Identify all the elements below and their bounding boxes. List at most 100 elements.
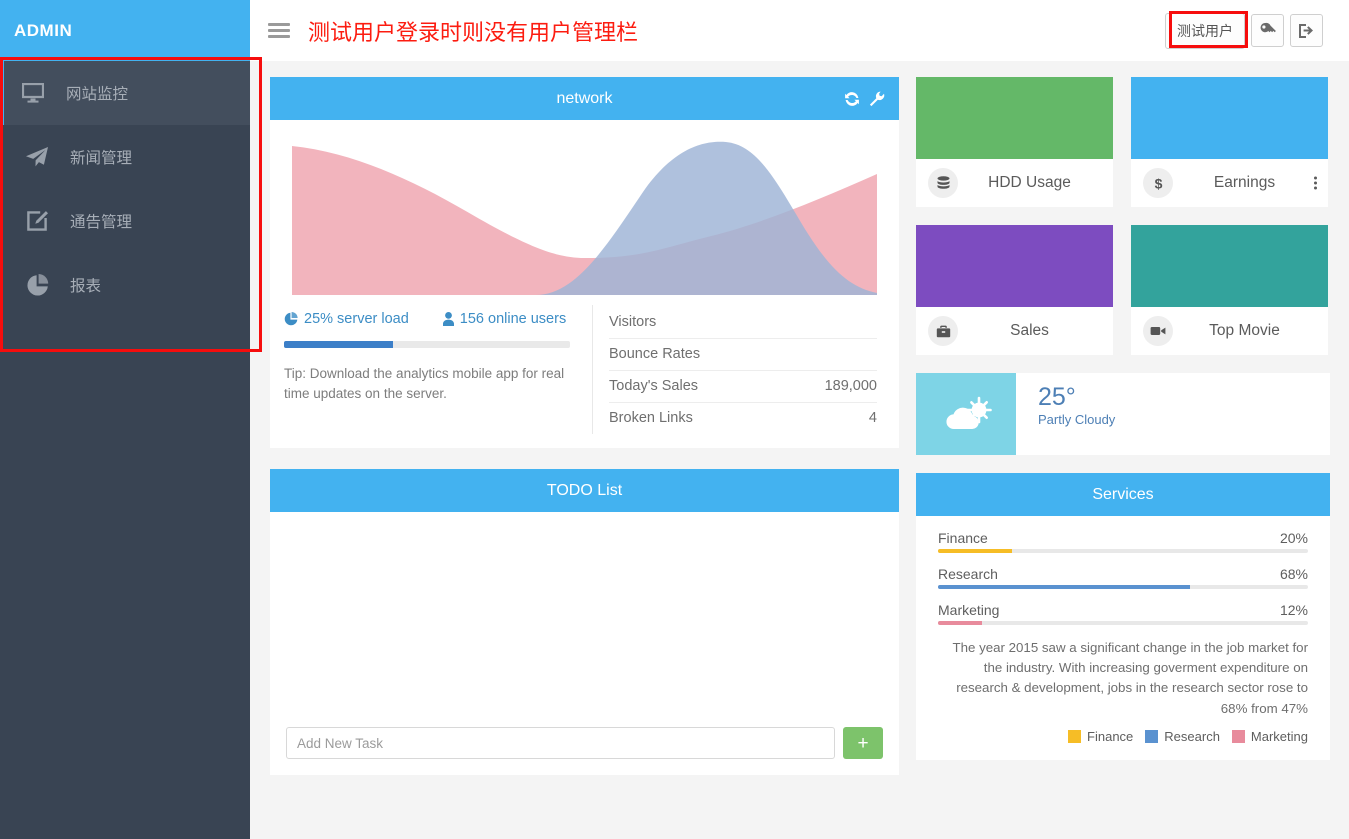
- refresh-icon[interactable]: [844, 91, 860, 107]
- service-row-top: Research 68%: [938, 566, 1308, 582]
- key-icon: [1259, 22, 1276, 39]
- user-icon: [442, 312, 454, 326]
- sidebar: ADMIN 网站监控 新闻管理 通告管理 报表: [0, 0, 262, 839]
- main-area: 测试用户登录时则没有用户管理栏 测试用户 network 25% server …: [250, 0, 1349, 839]
- tile-sales[interactable]: Sales: [916, 225, 1113, 355]
- network-stat-line: 25% server load 156 online users: [284, 311, 574, 327]
- service-progress-track: [938, 621, 1308, 625]
- legend-item-finance: Finance: [1068, 729, 1133, 744]
- video-camera-icon: [1143, 316, 1173, 346]
- weather-body: 25° Partly Cloudy: [1016, 373, 1115, 455]
- current-user-button[interactable]: 测试用户: [1165, 12, 1245, 49]
- services-body: Finance 20% Research 68% Marketing 12% T…: [916, 516, 1330, 760]
- logout-button[interactable]: [1290, 14, 1323, 47]
- weather-widget: 25° Partly Cloudy: [916, 373, 1330, 455]
- service-row-finance: Finance 20%: [938, 530, 1308, 553]
- services-description: The year 2015 saw a significant change i…: [952, 640, 1308, 716]
- sidebar-nav: 网站监控 新闻管理 通告管理 报表: [0, 61, 250, 317]
- service-percent: 68%: [1279, 566, 1308, 582]
- hamburger-bar: [268, 35, 290, 38]
- tile-color-block: [1131, 77, 1328, 159]
- stat-label: Bounce Rates: [609, 346, 701, 362]
- sidebar-item-reports[interactable]: 报表: [0, 253, 250, 317]
- key-icon-button[interactable]: [1251, 14, 1284, 47]
- paper-plane-icon: [22, 145, 52, 169]
- sidebar-item-label: 新闻管理: [70, 150, 133, 167]
- services-legend: Finance Research Marketing: [938, 729, 1308, 744]
- service-label: Research: [938, 566, 998, 582]
- tile-footer: Top Movie: [1131, 307, 1328, 355]
- sidebar-item-label: 通告管理: [70, 214, 133, 231]
- tile-label: Earnings: [1213, 174, 1276, 191]
- tile-label: HDD Usage: [988, 174, 1071, 191]
- todo-add-row: +: [286, 727, 883, 759]
- stat-value: 189,000: [824, 378, 877, 394]
- stat-row: Broken Links 4: [609, 403, 877, 434]
- tile-footer: $ Earnings: [1131, 159, 1328, 207]
- service-progress-fill: [938, 585, 1190, 589]
- database-icon: [928, 168, 958, 198]
- kebab-menu-icon[interactable]: [1314, 176, 1317, 190]
- pie-chart-icon: [22, 273, 52, 297]
- stat-label: Today's Sales: [609, 378, 699, 394]
- tile-footer: Sales: [916, 307, 1113, 355]
- hamburger-bar: [268, 29, 290, 32]
- service-label: Finance: [938, 530, 988, 546]
- stat-row: Visitors: [609, 307, 877, 339]
- kebab-dot: [1314, 186, 1317, 190]
- network-stats-row: 25% server load 156 online users Tip: Do…: [270, 295, 899, 448]
- svg-text:$: $: [1154, 176, 1162, 191]
- sidebar-item-site-monitor[interactable]: 网站监控: [0, 61, 250, 125]
- service-progress-track: [938, 549, 1308, 553]
- brand-header: ADMIN: [0, 0, 250, 61]
- pencil-square-icon: [22, 209, 52, 233]
- stat-row: Today's Sales 189,000: [609, 371, 877, 403]
- server-load-stat: 25% server load: [284, 311, 409, 327]
- sidebar-item-notice-management[interactable]: 通告管理: [0, 189, 250, 253]
- tile-footer: HDD Usage: [916, 159, 1113, 207]
- network-stats-left: 25% server load 156 online users Tip: Do…: [270, 305, 592, 434]
- add-task-input[interactable]: [286, 727, 835, 759]
- stat-label: Broken Links: [609, 410, 693, 426]
- stat-label: Visitors: [609, 314, 657, 330]
- hamburger-icon[interactable]: [268, 20, 290, 41]
- service-row-top: Marketing 12%: [938, 602, 1308, 618]
- weather-description: Partly Cloudy: [1038, 412, 1116, 428]
- legend-swatch: [1068, 729, 1082, 743]
- todo-panel-title: TODO List: [546, 481, 623, 499]
- services-panel-header: Services: [916, 473, 1330, 516]
- kebab-dot: [1314, 176, 1317, 180]
- cloud-sun-icon: [939, 394, 993, 434]
- stat-value: 4: [868, 410, 877, 426]
- service-percent: 20%: [1279, 530, 1308, 546]
- todo-panel: TODO List +: [270, 469, 899, 775]
- network-panel-header: network: [270, 77, 899, 120]
- services-panel-title: Services: [1092, 485, 1154, 503]
- tile-color-block: [916, 77, 1113, 159]
- pie-chart-icon: [284, 312, 298, 326]
- weather-temperature: 25°: [1038, 383, 1076, 411]
- tile-earnings[interactable]: $ Earnings: [1131, 77, 1328, 207]
- todo-panel-header: TODO List: [270, 469, 899, 512]
- tile-hdd-usage[interactable]: HDD Usage: [916, 77, 1113, 207]
- services-panel: Services Finance 20% Research 68% Market…: [916, 473, 1330, 760]
- tile-top-movie[interactable]: Top Movie: [1131, 225, 1328, 355]
- sidebar-item-news-management[interactable]: 新闻管理: [0, 125, 250, 189]
- service-percent: 12%: [1279, 602, 1308, 618]
- legend-label: Research: [1164, 728, 1220, 744]
- service-progress-fill: [938, 621, 983, 625]
- network-panel-header-actions: [844, 77, 885, 120]
- weather-icon-panel: [916, 373, 1016, 455]
- wrench-icon[interactable]: [869, 91, 885, 107]
- add-task-button[interactable]: +: [843, 727, 883, 759]
- server-load-progress-fill: [284, 341, 393, 348]
- sidebar-item-label: 报表: [70, 278, 102, 295]
- legend-label: Marketing: [1250, 728, 1308, 744]
- service-row-top: Finance 20%: [938, 530, 1308, 546]
- service-progress-fill: [938, 549, 1012, 553]
- online-users-stat: 156 online users: [442, 311, 566, 327]
- tile-color-block: [916, 225, 1113, 307]
- network-panel: network 25% server load 156 online users…: [270, 77, 899, 448]
- admin-dashboard: ADMIN 网站监控 新闻管理 通告管理 报表 测试用户登录时则没有用户管理栏 …: [0, 0, 1349, 839]
- topbar: 测试用户登录时则没有用户管理栏 测试用户: [250, 0, 1349, 61]
